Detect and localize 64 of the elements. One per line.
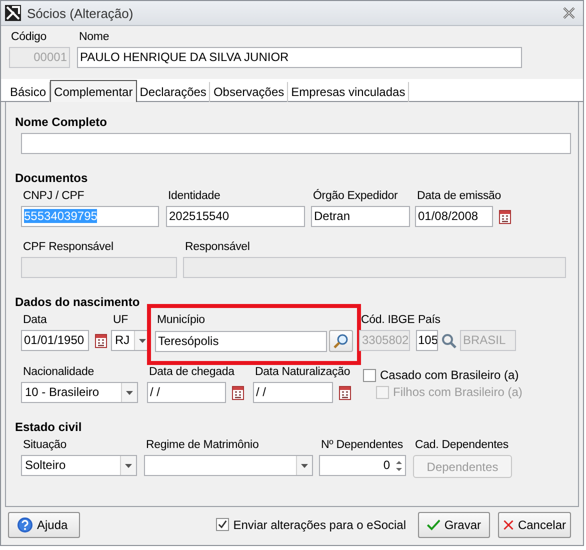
checkbox[interactable] bbox=[216, 518, 230, 531]
field-label: Nº Dependentes bbox=[321, 438, 404, 453]
calendar-icon[interactable] bbox=[499, 210, 511, 224]
field-label: Data de emissão bbox=[417, 189, 502, 204]
dropdown-arrow-icon bbox=[301, 464, 308, 468]
input-field[interactable]: 202515540 bbox=[166, 206, 305, 227]
field-label: CNPJ / CPF bbox=[23, 189, 84, 204]
dropdown[interactable]: 10 - Brasileiro bbox=[21, 382, 138, 403]
field-label: Data Naturalização bbox=[255, 365, 350, 380]
input-field[interactable] bbox=[21, 133, 571, 154]
section-title: Estado civil bbox=[15, 419, 83, 435]
field-label: Código bbox=[11, 30, 47, 45]
save-button[interactable]: Gravar bbox=[418, 512, 490, 538]
calendar-icon[interactable] bbox=[95, 334, 107, 348]
input-field[interactable]: Detran bbox=[311, 206, 410, 227]
field-label: Nacionalidade bbox=[23, 365, 94, 380]
checkbox[interactable] bbox=[363, 368, 376, 382]
dropdown-arrow-icon bbox=[125, 464, 132, 468]
field-label: Município bbox=[157, 313, 205, 328]
tab[interactable]: Empresas vinculadas bbox=[288, 82, 410, 102]
field-label: Cód. IBGE bbox=[361, 313, 415, 328]
tab[interactable]: Declarações bbox=[136, 82, 210, 102]
section-title: Nome Completo bbox=[15, 114, 108, 130]
checkbox-label: Enviar alterações para o eSocial bbox=[233, 518, 406, 532]
help-icon bbox=[17, 516, 33, 532]
tab[interactable]: Complementar bbox=[50, 80, 137, 102]
field-label: Cad. Dependentes bbox=[415, 438, 509, 453]
field-label: Órgão Expedidor bbox=[313, 189, 398, 204]
calendar-icon[interactable] bbox=[232, 386, 244, 400]
checkbox-label: Casado com Brasileiro (a) bbox=[380, 368, 519, 382]
field-label: País bbox=[418, 313, 440, 328]
field-label: Nome bbox=[79, 30, 110, 45]
field-label: Data de chegada bbox=[149, 365, 234, 380]
app-icon bbox=[5, 5, 21, 21]
input-field[interactable]: PAULO HENRIQUE DA SILVA JUNIOR bbox=[77, 47, 522, 68]
input-field: 00001 bbox=[9, 47, 70, 68]
close-icon[interactable] bbox=[563, 7, 575, 19]
search-icon[interactable] bbox=[441, 332, 457, 348]
dropdown-arrow-icon bbox=[126, 390, 133, 394]
calendar-icon[interactable] bbox=[339, 386, 351, 400]
section-title: Documentos bbox=[15, 170, 89, 186]
field-label: Responsável bbox=[185, 240, 250, 255]
dropdown[interactable]: Solteiro bbox=[21, 455, 137, 476]
dropdown-arrow-icon bbox=[139, 338, 146, 342]
date-field[interactable]: 01/08/2008 bbox=[415, 206, 493, 227]
date-field[interactable]: / / bbox=[147, 382, 226, 403]
section-title: Dados do nascimento bbox=[15, 294, 141, 310]
date-field[interactable]: / / bbox=[253, 382, 333, 403]
help-button[interactable]: Ajuda bbox=[8, 512, 80, 538]
date-field[interactable]: 01/01/1950 bbox=[21, 330, 89, 351]
input-field[interactable]: Teresópolis bbox=[155, 330, 327, 352]
field-label: Situação bbox=[23, 438, 67, 453]
field-label: UF bbox=[113, 313, 128, 328]
search-button[interactable] bbox=[329, 330, 353, 352]
field-label: Data bbox=[23, 313, 47, 328]
number-field[interactable]: 0 bbox=[319, 455, 406, 476]
tab[interactable]: Observações bbox=[210, 82, 288, 102]
field-label: Identidade bbox=[168, 189, 220, 204]
field-label: CPF Responsável bbox=[23, 240, 114, 255]
checkbox-label: Filhos com Brasileiro (a) bbox=[393, 385, 522, 399]
window-title: Sócios (Alteração) bbox=[27, 6, 134, 20]
input-field: BRASIL bbox=[460, 330, 516, 351]
cancel-button[interactable]: Cancelar bbox=[498, 512, 571, 538]
field-label: Regime de Matrimônio bbox=[146, 438, 259, 453]
